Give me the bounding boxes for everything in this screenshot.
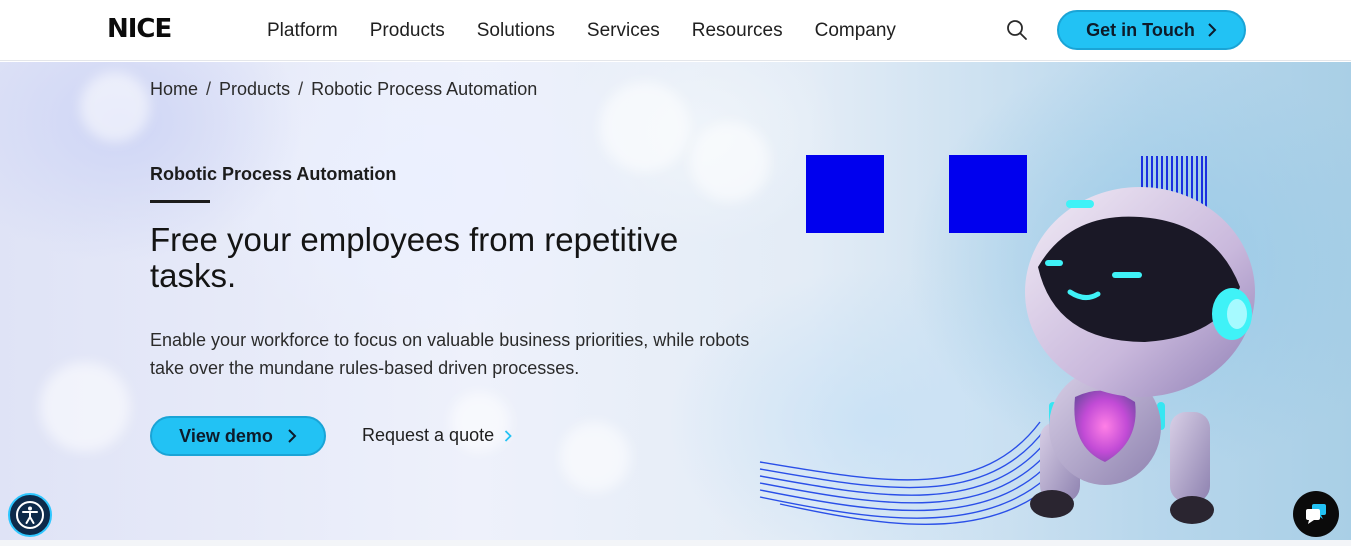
chat-icon — [1306, 504, 1326, 524]
eyebrow-underline — [150, 200, 210, 203]
get-in-touch-button[interactable]: Get in Touch — [1057, 10, 1246, 50]
site-header: NICE Platform Products Solutions Service… — [0, 0, 1351, 61]
bokeh-decoration — [80, 72, 150, 142]
view-demo-button[interactable]: View demo — [150, 416, 326, 456]
request-quote-link[interactable]: Request a quote — [362, 425, 512, 446]
nice-logo[interactable]: NICE — [107, 15, 177, 43]
hero-headline: Free your employees from repetitive task… — [150, 221, 679, 294]
request-quote-label: Request a quote — [362, 425, 495, 445]
breadcrumb-home[interactable]: Home — [150, 79, 198, 100]
nav-item-company[interactable]: Company — [815, 0, 896, 61]
section-divider — [0, 540, 1351, 546]
view-demo-label: View demo — [179, 425, 273, 446]
get-in-touch-label: Get in Touch — [1086, 19, 1195, 40]
chat-button[interactable] — [1293, 491, 1339, 537]
nav-item-products[interactable]: Products — [370, 0, 445, 61]
hero-section: Home / Products / Robotic Process Automa… — [0, 62, 1351, 540]
breadcrumb-separator: / — [298, 79, 304, 99]
search-icon[interactable] — [1005, 18, 1029, 42]
nav-item-resources[interactable]: Resources — [692, 0, 783, 61]
bokeh-decoration — [560, 422, 630, 492]
accessibility-button[interactable] — [8, 493, 52, 537]
robot-head — [1025, 187, 1255, 397]
main-nav: Platform Products Solutions Services Res… — [267, 0, 928, 61]
breadcrumb-separator: / — [206, 79, 212, 99]
chevron-right-icon — [1208, 23, 1217, 37]
chevron-right-icon — [288, 429, 297, 443]
nav-item-solutions[interactable]: Solutions — [477, 0, 555, 61]
hero-eyebrow: Robotic Process Automation — [150, 164, 397, 184]
breadcrumb: Home / Products / Robotic Process Automa… — [150, 79, 537, 100]
chevron-right-icon — [504, 429, 512, 442]
logo-text: NICE — [107, 14, 172, 44]
robot-illustration — [759, 155, 1255, 525]
wave-lines — [759, 421, 1077, 525]
bokeh-decoration — [40, 362, 130, 452]
hero-subcopy: Enable your workforce to focus on valuab… — [150, 330, 750, 378]
nav-item-platform[interactable]: Platform — [267, 0, 338, 61]
breadcrumb-current: Robotic Process Automation — [311, 79, 538, 99]
accessibility-icon — [16, 501, 44, 529]
blue-square — [949, 155, 1027, 233]
breadcrumb-products[interactable]: Products — [219, 79, 290, 100]
bokeh-decoration — [600, 82, 690, 172]
nav-item-services[interactable]: Services — [587, 0, 660, 61]
blue-square — [806, 155, 884, 233]
